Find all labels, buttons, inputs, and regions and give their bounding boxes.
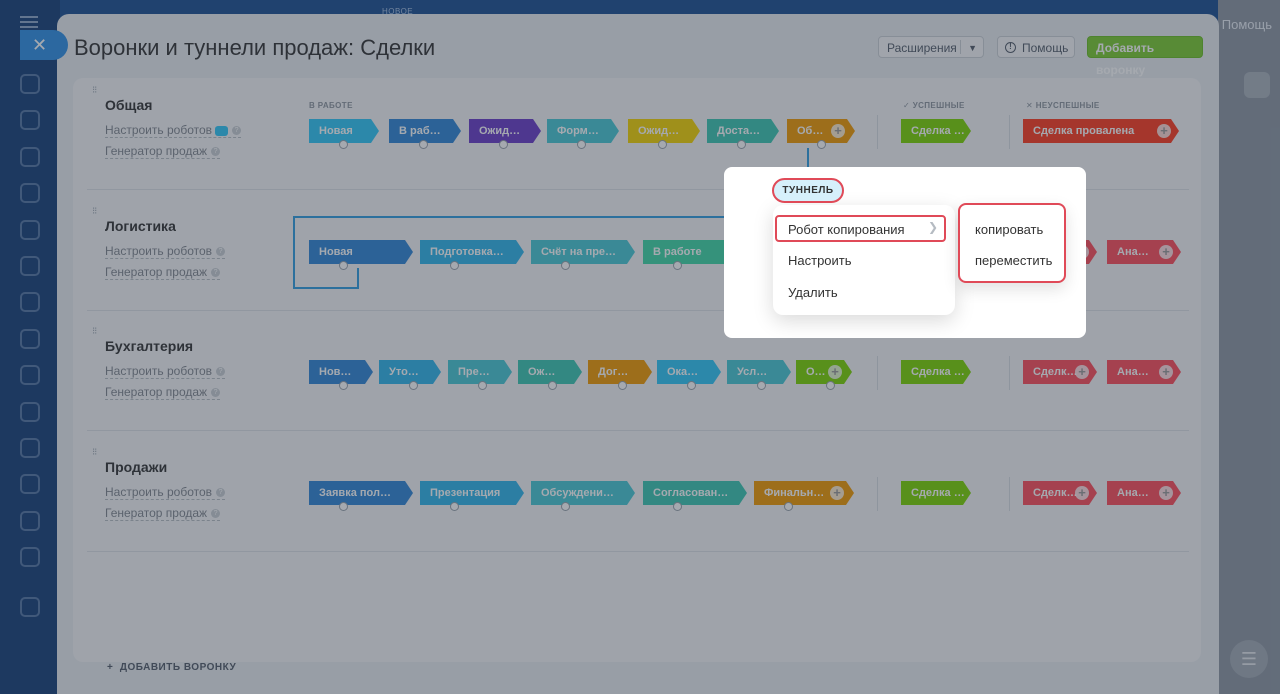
- submenu-copy[interactable]: копировать: [975, 222, 1043, 237]
- submenu-move[interactable]: переместить: [975, 253, 1052, 268]
- chevron-right-icon: ❯: [928, 220, 939, 234]
- copy-robot-submenu: копировать переместить: [958, 203, 1066, 283]
- tunnel-chip[interactable]: ТУННЕЛЬ: [772, 178, 844, 203]
- dim-overlay: [0, 0, 1280, 694]
- menu-item-highlight: [775, 215, 946, 242]
- menu-item-delete[interactable]: Удалить: [788, 285, 838, 300]
- menu-item-configure[interactable]: Настроить: [788, 253, 852, 268]
